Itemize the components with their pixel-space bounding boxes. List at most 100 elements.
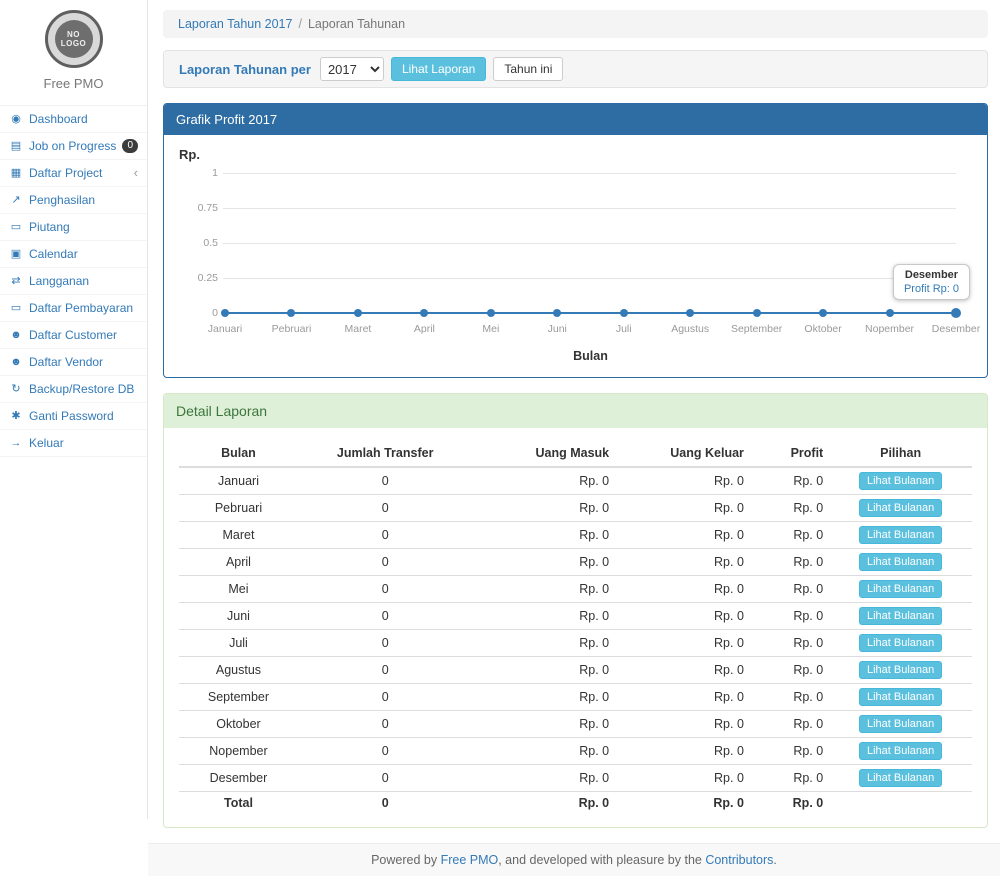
x-tick-label: Nopember	[865, 323, 914, 335]
sidebar-item-daftar-project[interactable]: ▦ Daftar Project ‹	[0, 160, 147, 187]
sidebar-item-daftar-customer[interactable]: ☻ Daftar Customer	[0, 322, 147, 349]
view-monthly-button[interactable]: Lihat Bulanan	[859, 526, 942, 544]
sidebar-item-daftar-vendor[interactable]: ☻ Daftar Vendor	[0, 349, 147, 376]
cell-profit: Rp. 0	[750, 684, 829, 711]
cell-bulan: Juni	[179, 603, 298, 630]
chart-point-mei[interactable]	[487, 309, 495, 317]
sidebar-item-penghasilan[interactable]: ↗ Penghasilan	[0, 187, 147, 214]
sidebar-item-backup-restore-db[interactable]: ↻ Backup/Restore DB	[0, 376, 147, 403]
x-tick-label: September	[731, 323, 782, 335]
chart-point-september[interactable]	[753, 309, 761, 317]
detail-panel-body: BulanJumlah TransferUang MasukUang Kelua…	[164, 428, 987, 827]
chart-point-pebruari[interactable]	[287, 309, 295, 317]
cell-jumlah-transfer: 0	[298, 549, 472, 576]
sidebar-item-piutang[interactable]: ▭ Piutang	[0, 214, 147, 241]
x-tick-label: April	[414, 323, 435, 335]
x-tick-label: Oktober	[804, 323, 841, 335]
sidebar-item-label: Daftar Pembayaran	[29, 301, 133, 315]
profit-chart-panel: Grafik Profit 2017 Rp. Desember Profit R…	[163, 103, 988, 378]
chart-point-januari[interactable]	[221, 309, 229, 317]
chevron-left-icon: ‹	[134, 167, 138, 179]
cell-uang-masuk: Rp. 0	[472, 603, 615, 630]
view-monthly-button[interactable]: Lihat Bulanan	[859, 553, 942, 571]
logo-text-line1: NO	[67, 30, 80, 39]
view-monthly-button[interactable]: Lihat Bulanan	[859, 715, 942, 733]
cell-uang-masuk: Rp. 0	[472, 495, 615, 522]
sidebar-item-label: Dashboard	[29, 112, 88, 126]
column-header-pilihan: Pilihan	[829, 440, 972, 467]
sidebar-item-langganan[interactable]: ⇄ Langganan	[0, 268, 147, 295]
cell-pilihan: Lihat Bulanan	[829, 549, 972, 576]
view-monthly-button[interactable]: Lihat Bulanan	[859, 742, 942, 760]
sidebar-item-daftar-pembayaran[interactable]: ▭ Daftar Pembayaran	[0, 295, 147, 322]
cell-jumlah-transfer: 0	[298, 603, 472, 630]
x-axis-title: Bulan	[225, 349, 956, 363]
chart-point-nopember[interactable]	[886, 309, 894, 317]
cell-uang-keluar: Rp. 0	[615, 792, 750, 816]
cell-profit: Rp. 0	[750, 495, 829, 522]
app-window: NO LOGO Free PMO ◉ Dashboard ▤ Job on Pr…	[0, 0, 1000, 819]
cell-uang-masuk: Rp. 0	[472, 576, 615, 603]
table-icon: ▦	[9, 166, 23, 180]
footer-link-contributors[interactable]: Contributors	[705, 853, 773, 867]
y-tick-label: 0.25	[188, 272, 218, 284]
sidebar-item-label: Calendar	[29, 247, 78, 261]
view-monthly-button[interactable]: Lihat Bulanan	[859, 580, 942, 598]
sidebar-item-label: Keluar	[29, 436, 64, 450]
sidebar-item-ganti-password[interactable]: ✱ Ganti Password	[0, 403, 147, 430]
cell-jumlah-transfer: 0	[298, 657, 472, 684]
cell-uang-masuk: Rp. 0	[472, 738, 615, 765]
chart-point-april[interactable]	[420, 309, 428, 317]
chart-point-maret[interactable]	[354, 309, 362, 317]
chart-point-juni[interactable]	[553, 309, 561, 317]
repeat-icon: ⇄	[9, 274, 23, 288]
cell-jumlah-transfer: 0	[298, 765, 472, 792]
breadcrumb-current: Laporan Tahunan	[308, 17, 405, 31]
logo-text-line2: LOGO	[61, 39, 87, 48]
view-monthly-button[interactable]: Lihat Bulanan	[859, 499, 942, 517]
cell-jumlah-transfer: 0	[298, 576, 472, 603]
dashboard-icon: ◉	[9, 112, 23, 126]
credit-card-icon: ▭	[9, 220, 23, 234]
view-monthly-button[interactable]: Lihat Bulanan	[859, 661, 942, 679]
view-monthly-button[interactable]: Lihat Bulanan	[859, 769, 942, 787]
users-icon: ☻	[9, 328, 23, 342]
sidebar-item-calendar[interactable]: ▣ Calendar	[0, 241, 147, 268]
y-tick-label: 0	[188, 307, 218, 319]
report-row: Juni0Rp. 0Rp. 0Rp. 0Lihat Bulanan	[179, 603, 972, 630]
year-select[interactable]: 2017	[320, 57, 384, 81]
chart-point-juli[interactable]	[620, 309, 628, 317]
cell-pilihan: Lihat Bulanan	[829, 495, 972, 522]
x-tick-label: Januari	[208, 323, 242, 335]
cell-pilihan: Lihat Bulanan	[829, 711, 972, 738]
view-monthly-button[interactable]: Lihat Bulanan	[859, 607, 942, 625]
chart-point-desember[interactable]	[951, 308, 961, 318]
cell-profit: Rp. 0	[750, 603, 829, 630]
cell-profit: Rp. 0	[750, 792, 829, 816]
chart-panel-body: Rp. Desember Profit Rp: 0 00.250.50.751 …	[164, 135, 987, 377]
cell-pilihan: Lihat Bulanan	[829, 603, 972, 630]
cell-jumlah-transfer: 0	[298, 684, 472, 711]
cell-profit: Rp. 0	[750, 549, 829, 576]
report-row: Desember0Rp. 0Rp. 0Rp. 0Lihat Bulanan	[179, 765, 972, 792]
total-row: Total0Rp. 0Rp. 0Rp. 0	[179, 792, 972, 816]
cell-bulan: April	[179, 549, 298, 576]
sidebar-item-keluar[interactable]: → Keluar	[0, 430, 147, 457]
cell-bulan: Januari	[179, 467, 298, 495]
view-monthly-button[interactable]: Lihat Bulanan	[859, 472, 942, 490]
footer-text-prefix: Powered by	[371, 853, 440, 867]
this-year-button[interactable]: Tahun ini	[493, 57, 563, 81]
view-monthly-button[interactable]: Lihat Bulanan	[859, 688, 942, 706]
cell-profit: Rp. 0	[750, 467, 829, 495]
chart-point-oktober[interactable]	[819, 309, 827, 317]
tasks-icon: ▤	[9, 139, 23, 153]
chart-point-agustus[interactable]	[686, 309, 694, 317]
view-monthly-button[interactable]: Lihat Bulanan	[859, 634, 942, 652]
sidebar-item-job-on-progress[interactable]: ▤ Job on Progress 0	[0, 133, 147, 160]
footer-link-free-pmo[interactable]: Free PMO	[441, 853, 499, 867]
sidebar-item-dashboard[interactable]: ◉ Dashboard	[0, 106, 147, 133]
toolbar-label: Laporan Tahunan per	[179, 62, 311, 77]
cell-bulan: Pebruari	[179, 495, 298, 522]
breadcrumb-link-laporan-tahun[interactable]: Laporan Tahun 2017	[178, 17, 292, 31]
view-report-button[interactable]: Lihat Laporan	[391, 57, 486, 81]
